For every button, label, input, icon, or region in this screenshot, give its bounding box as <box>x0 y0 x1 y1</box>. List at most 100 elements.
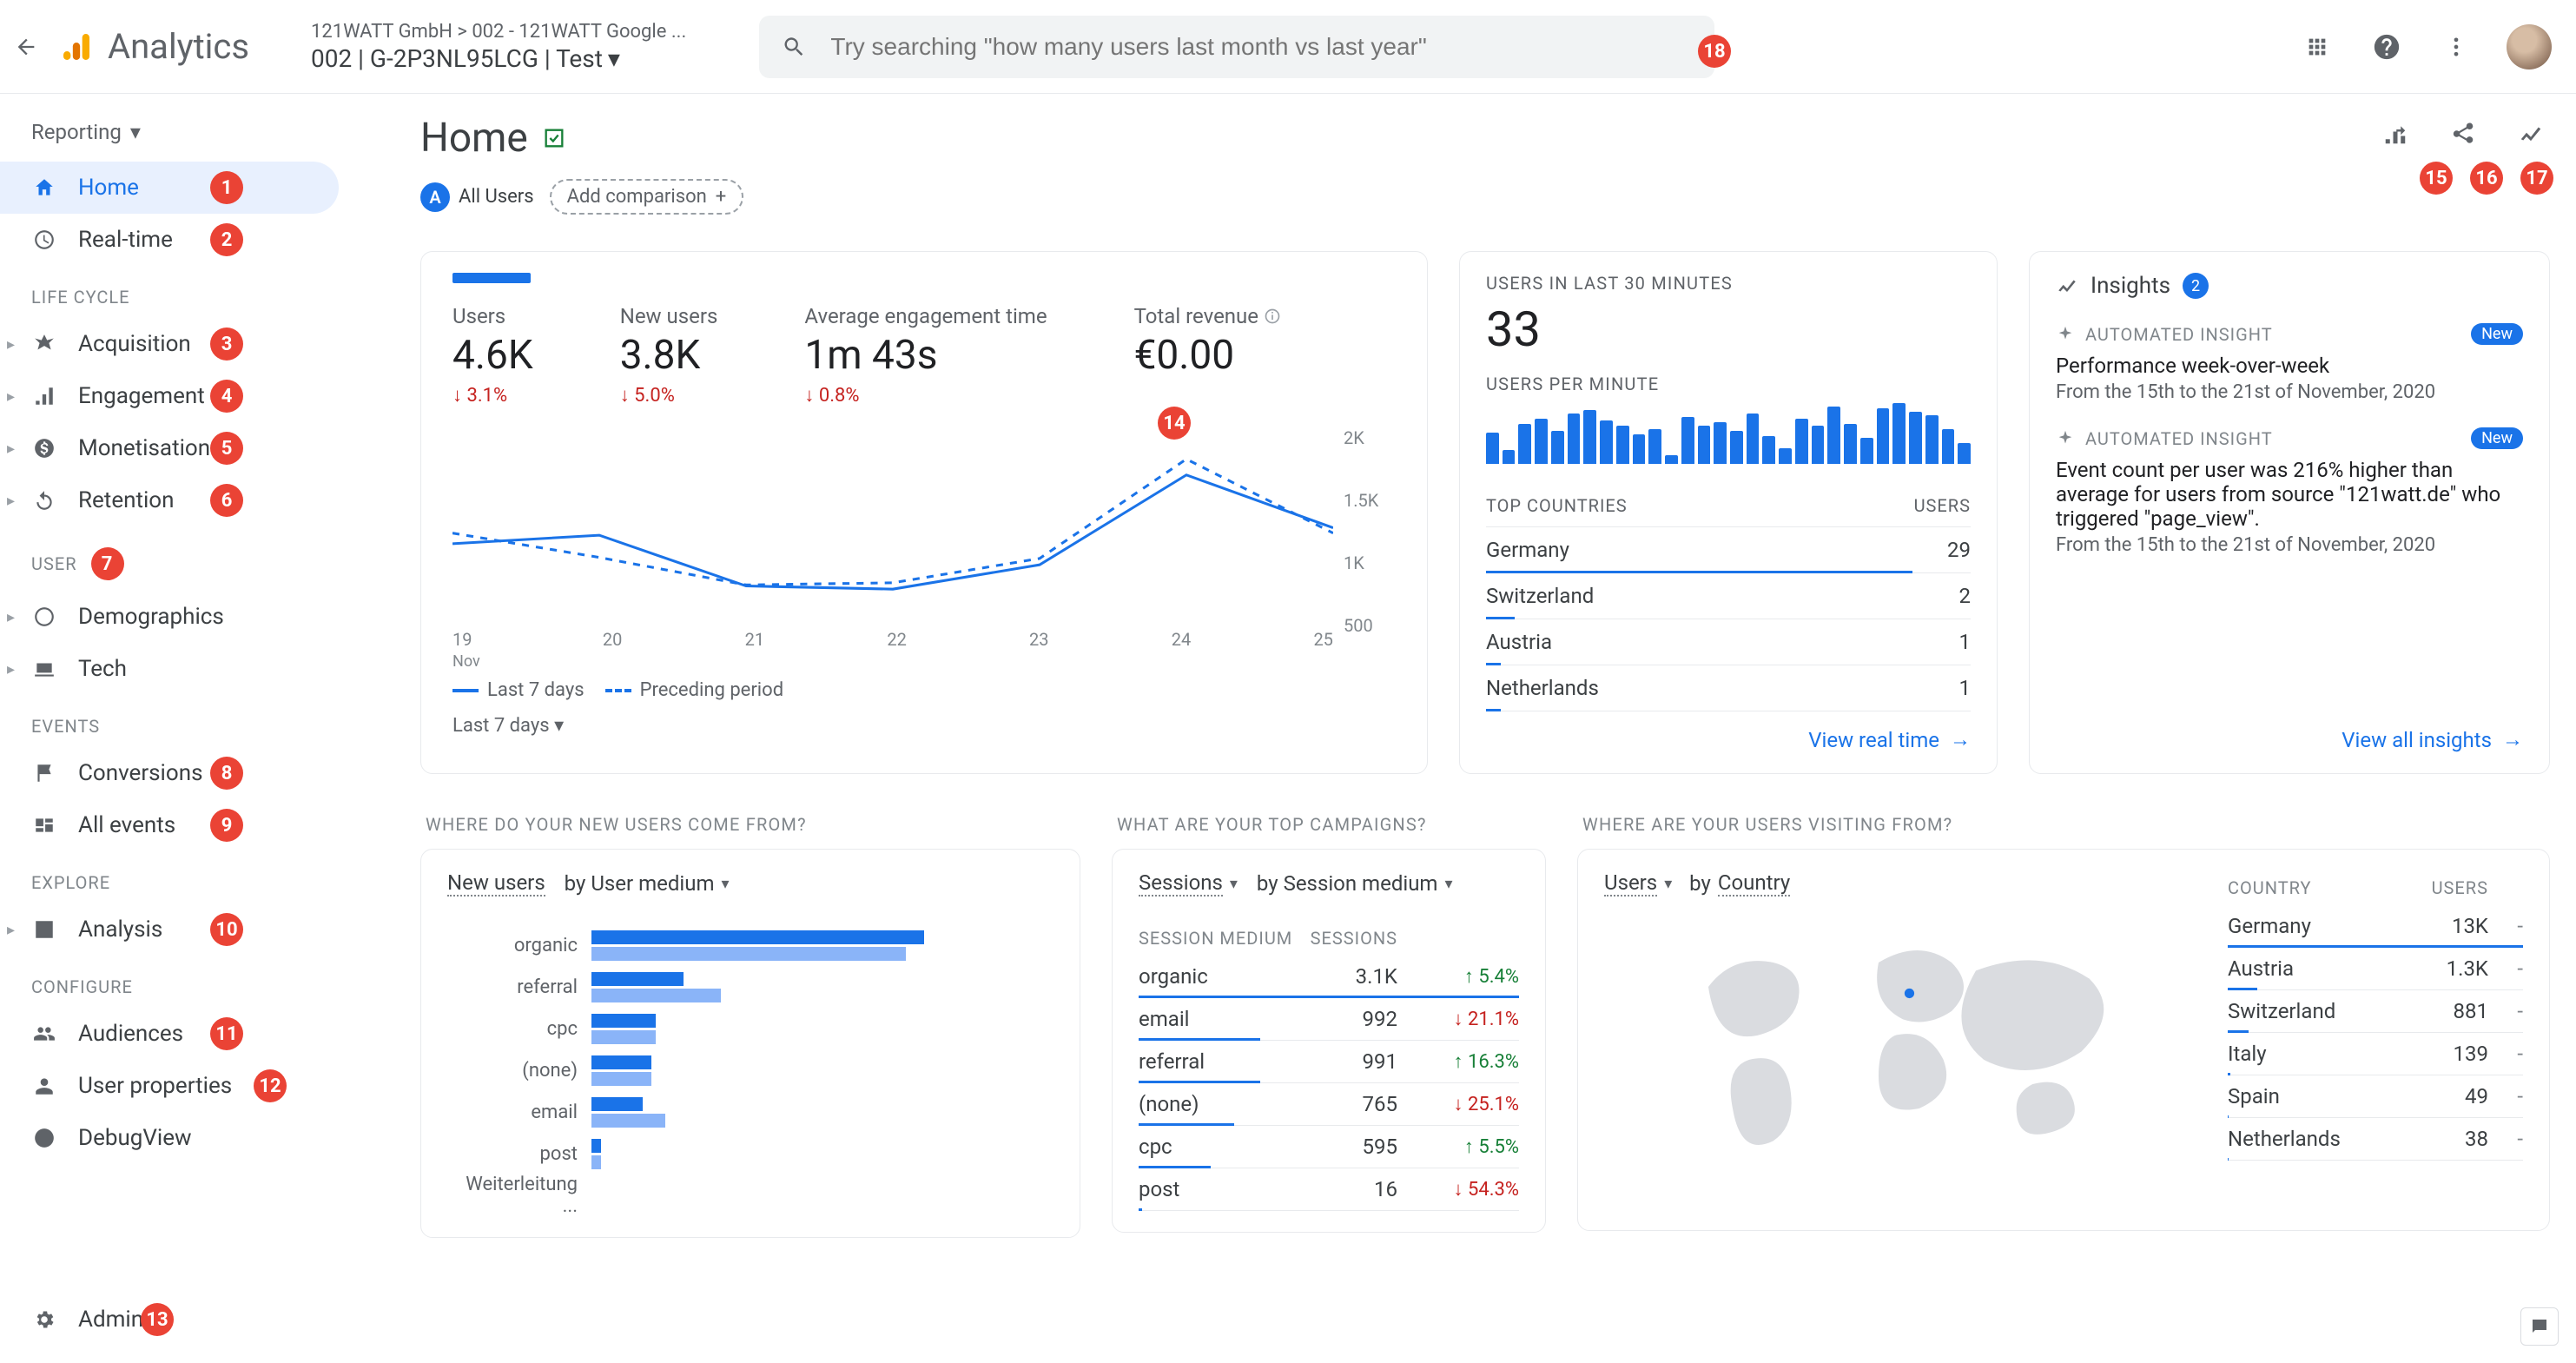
property-title: 002 | G-2P3NL95LCG | Test <box>311 44 603 73</box>
sidebar-item-engagement[interactable]: ▸Engagement4 <box>0 370 339 422</box>
analytics-logo-icon <box>59 30 94 64</box>
bar-row: cpc <box>447 1008 1054 1049</box>
sidebar-item-acquisition[interactable]: ▸Acquisition3 <box>0 318 339 370</box>
period-selector[interactable]: Last 7 days ▾ <box>452 715 1396 737</box>
plus-icon: + <box>716 186 726 208</box>
search-bar[interactable] <box>759 16 1714 78</box>
more-button[interactable] <box>2437 28 2475 66</box>
sidebar-item-analysis[interactable]: ▸Analysis10 <box>0 903 339 956</box>
logo-block: Analytics <box>59 26 294 67</box>
table-row: referral991↑ 16.3% <box>1139 1041 1519 1083</box>
debug-icon <box>31 1125 57 1151</box>
share-icon <box>2450 121 2476 147</box>
users-line-chart: 2K1.5K1K500 19Nov202122232425 <box>452 427 1396 671</box>
sidebar-label: Home <box>78 175 139 201</box>
sessions-card: Sessions ▾ by Session medium ▾ SESSION M… <box>1112 849 1546 1233</box>
segment-a-icon: A <box>420 182 450 212</box>
flag-icon <box>31 760 57 786</box>
avatar[interactable] <box>2507 24 2552 69</box>
more-vert-icon <box>2444 35 2468 59</box>
header-actions <box>2298 24 2552 69</box>
annotation-3: 3 <box>210 328 243 361</box>
sidebar-section-life: LIFE CYCLE <box>0 266 339 318</box>
medium-bar-chart: organicreferralcpc(none)emailpostWeiterl… <box>447 924 1054 1216</box>
chevron-right-icon: ▸ <box>7 492 15 510</box>
customize-button[interactable] <box>2376 115 2414 153</box>
section-title: WHERE ARE YOUR USERS VISITING FROM? <box>1582 814 2550 835</box>
sidebar-item-home[interactable]: Home 1 <box>0 162 339 214</box>
chevron-right-icon: ▸ <box>7 921 15 939</box>
geo-card: Users ▾ by Country <box>1577 849 2550 1231</box>
sidebar-item-retention[interactable]: ▸Retention6 <box>0 474 339 526</box>
sidebar-item-realtime[interactable]: Real-time 2 <box>0 214 339 266</box>
help-icon <box>2372 32 2401 62</box>
chevron-right-icon: ▸ <box>7 608 15 626</box>
insights-button[interactable] <box>2512 115 2550 153</box>
realtime-sparkline <box>1486 394 1971 464</box>
legend-solid-icon <box>452 689 479 692</box>
table-row: cpc595↑ 5.5% <box>1139 1126 1519 1168</box>
share-button[interactable] <box>2444 115 2482 153</box>
back-button[interactable] <box>0 35 52 59</box>
chevron-right-icon: ▸ <box>7 440 15 458</box>
tech-icon <box>31 656 57 682</box>
annotation-10: 10 <box>210 913 243 946</box>
metric-users[interactable]: Users 4.6K ↓ 3.1% <box>452 304 533 407</box>
sidebar: Reporting ▾ Home 1 Real-time 2 LIFE CYCL… <box>0 94 339 1363</box>
arrow-right-icon: → <box>1950 727 1971 752</box>
info-icon <box>1264 308 1281 325</box>
sidebar-item-admin[interactable]: Admin13 <box>0 1294 339 1346</box>
view-insights-link[interactable]: View all insights → <box>2342 727 2523 752</box>
sidebar-item-allevents[interactable]: All events9 <box>0 799 339 851</box>
card-header[interactable]: Sessions ▾ by Session medium ▾ <box>1139 870 1519 897</box>
report-actions: 15 16 17 <box>2376 115 2550 153</box>
acquisition-icon <box>31 331 57 357</box>
annotation-12: 12 <box>254 1069 287 1102</box>
sidebar-item-audiences[interactable]: Audiences11 <box>0 1008 339 1060</box>
bar-row: email <box>447 1091 1054 1133</box>
table-row: Austria1.3K- <box>2228 948 2523 990</box>
annotation-1: 1 <box>210 171 243 204</box>
arrow-left-icon <box>14 35 38 59</box>
bar-row: organic <box>447 924 1054 966</box>
table-row: email992↓ 21.1% <box>1139 998 1519 1041</box>
sidebar-item-userprops[interactable]: User properties12 <box>0 1060 339 1112</box>
card-header[interactable]: New users by User medium ▾ <box>447 870 1054 897</box>
realtime-card: USERS IN LAST 30 MINUTES 33 USERS PER MI… <box>1459 251 1998 774</box>
metric-revenue[interactable]: Total revenue €0.00 <box>1134 304 1281 407</box>
medium-card: New users by User medium ▾ organicreferr… <box>420 849 1080 1238</box>
help-button[interactable] <box>2368 28 2406 66</box>
home-icon <box>31 175 57 201</box>
demographics-icon <box>31 604 57 630</box>
legend-dash-icon <box>605 689 631 692</box>
insight-item[interactable]: AUTOMATED INSIGHTNew Event count per use… <box>2056 427 2523 556</box>
userprops-icon <box>31 1073 57 1099</box>
metric-newusers[interactable]: New users 3.8K ↓ 5.0% <box>620 304 718 407</box>
feedback-button[interactable] <box>2520 1307 2559 1346</box>
sidebar-item-monetisation[interactable]: ▸Monetisation5 <box>0 422 339 474</box>
sidebar-item-debugview[interactable]: DebugView <box>0 1112 339 1164</box>
all-users-chip[interactable]: AAll Users <box>420 182 534 212</box>
add-comparison-button[interactable]: Add comparison+ <box>550 179 744 215</box>
table-row: Netherlands38- <box>2228 1118 2523 1161</box>
table-row: organic3.1K↑ 5.4% <box>1139 956 1519 998</box>
metric-engagement[interactable]: Average engagement time 1m 43s ↓ 0.8% <box>804 304 1047 407</box>
sidebar-item-tech[interactable]: ▸Tech <box>0 643 339 695</box>
reporting-selector[interactable]: Reporting ▾ <box>0 111 339 162</box>
property-selector[interactable]: 121WATT GmbH > 002 - 121WATT Google ... … <box>301 21 735 73</box>
chart-edit-icon <box>2382 121 2408 147</box>
bar-row: referral <box>447 966 1054 1008</box>
sparkle-icon <box>2056 429 2075 448</box>
page-title: Home <box>420 115 528 162</box>
arrow-right-icon: → <box>2502 727 2523 752</box>
search-icon <box>782 34 806 60</box>
apps-button[interactable] <box>2298 28 2336 66</box>
view-realtime-link[interactable]: View real time → <box>1808 727 1971 752</box>
search-input[interactable] <box>830 33 1692 61</box>
sidebar-item-conversions[interactable]: Conversions8 <box>0 747 339 799</box>
card-header[interactable]: Users ▾ by Country <box>1604 870 2202 897</box>
bar-row: Weiterleitung ... <box>447 1174 1054 1216</box>
annotation-17: 17 <box>2520 162 2553 195</box>
sidebar-item-demographics[interactable]: ▸Demographics <box>0 591 339 643</box>
insight-item[interactable]: AUTOMATED INSIGHTNew Performance week-ov… <box>2056 323 2523 403</box>
